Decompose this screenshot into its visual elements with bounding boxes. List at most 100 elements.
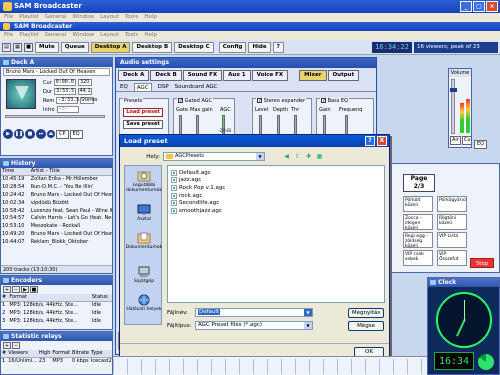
start-encoder-icon[interactable]: ▶ [21, 286, 29, 293]
add-relay-icon[interactable]: + [3, 342, 11, 349]
page-indicator[interactable]: Page 2/3 [403, 174, 435, 192]
table-row[interactable]: 3 MP3: 128kb/s, 44kHz, Ste... Idle [1, 317, 112, 325]
volume-thumb[interactable] [450, 88, 457, 92]
source-output[interactable]: Output [327, 70, 360, 81]
gated-agc-checkbox[interactable] [178, 98, 183, 103]
source-mixer[interactable]: Mixer [299, 70, 327, 81]
col-num[interactable]: # [1, 294, 9, 302]
table-row[interactable]: 1 MP3: 128kb/s, 44kHz, Ste... Idle [1, 301, 112, 309]
back-icon[interactable]: ◀ [282, 153, 291, 161]
inner-menu-layout[interactable]: Layout [100, 31, 119, 40]
source-deck-a[interactable]: Deck A [118, 70, 150, 81]
play-button[interactable]: ▶ [3, 129, 13, 139]
eject-button[interactable]: ⏏ [47, 130, 55, 138]
minimize-button[interactable]: _ [460, 1, 472, 12]
save-preset-button[interactable]: Save preset [123, 120, 163, 129]
queue-button[interactable]: Queue [60, 41, 89, 53]
stereo-expander-checkbox[interactable] [257, 98, 262, 103]
pause-button[interactable]: ❚❚ [14, 129, 24, 139]
source-voice-fx[interactable]: Voice FX [251, 70, 289, 81]
cart-item[interactable]: Pörkögyárva [437, 196, 467, 212]
cancel-button[interactable]: Mégse [348, 321, 384, 331]
menu-file[interactable]: File [4, 13, 13, 22]
tab-eq[interactable]: EQ [120, 83, 128, 91]
cart-item[interactable]: Zocca - idegen közeli [403, 214, 433, 230]
dialog-help-button[interactable]: ? [365, 136, 375, 146]
toolbar-icon-3[interactable]: ■ [24, 42, 33, 52]
menu-tools[interactable]: Tools [125, 13, 139, 22]
volume-eq-button[interactable]: EQ [474, 140, 488, 149]
load-preset-button[interactable]: Load preset [123, 108, 163, 117]
inner-menu-window[interactable]: Window [72, 31, 94, 40]
stop-icon-button[interactable]: ■ [25, 129, 35, 139]
col-type[interactable]: Type [89, 350, 112, 358]
add-encoder-icon[interactable]: + [3, 286, 11, 293]
table-row[interactable]: 10:58:42 Lucenzo feat. Sean Paul - Wine I… [1, 207, 112, 215]
deck-progress-bar[interactable] [5, 115, 105, 118]
desktop-b-button[interactable]: Desktop B [132, 41, 173, 53]
air-button[interactable]: Air [450, 136, 461, 145]
table-row[interactable]: 10:49:20 Bruno Mars - Locked Out Of Heav [1, 230, 112, 238]
col-high[interactable]: High [37, 350, 52, 358]
tab-soundcard-agc[interactable]: Soundcard AGC [175, 83, 218, 91]
file-item[interactable]: smoothjazz.agc [171, 207, 381, 215]
inner-menu-playlist[interactable]: Playlist [19, 31, 39, 40]
stop-button[interactable]: Stop [470, 258, 494, 268]
cart-item[interactable]: VIP Lista [437, 232, 467, 248]
close-button[interactable]: × [486, 1, 498, 12]
col-time[interactable]: Time [1, 168, 30, 176]
dialog-close-button[interactable]: X [377, 136, 387, 146]
place-recent[interactable]: Legutóbbi dokumentumok [125, 170, 163, 193]
look-in-combo[interactable]: AGCPresets ▼ [163, 152, 265, 161]
menu-layout[interactable]: Layout [100, 13, 119, 22]
source-deck-b[interactable]: Deck B [150, 70, 182, 81]
maximize-button[interactable]: □ [473, 1, 485, 12]
mute-button[interactable]: Mute [35, 41, 59, 53]
table-row[interactable]: 10:53:10 Meszokate - Rockall [1, 222, 112, 230]
toolbar-icon-2[interactable]: ▦ [13, 42, 22, 52]
cart-item[interactable]: VIP csak sebek [403, 250, 433, 266]
open-button[interactable]: Megnyitás [348, 308, 384, 318]
tab-dsp[interactable]: DSP [158, 83, 169, 91]
filename-input[interactable]: Default ▼ [195, 308, 313, 317]
desktop-a-button[interactable]: Desktop A [90, 41, 131, 53]
place-documents[interactable]: Dokumentumok [125, 232, 163, 250]
source-aux-1[interactable]: Aux 1 [223, 70, 251, 81]
remove-relay-icon[interactable]: − [12, 342, 20, 349]
tab-agc[interactable]: AGC [133, 83, 152, 91]
new-folder-icon[interactable]: ✚ [304, 153, 313, 161]
filetype-select[interactable]: AGC Preset files (*.agc) ▼ [195, 321, 313, 330]
cp-button[interactable]: CP [56, 129, 69, 139]
desktop-c-button[interactable]: Desktop C [174, 41, 214, 53]
cart-item[interactable]: Pörkölt közeli [403, 196, 433, 212]
menu-playlist[interactable]: Playlist [19, 13, 39, 22]
table-row[interactable]: 10:02:34 vipdüdü Büzött [1, 199, 112, 207]
toolbar-icon-1[interactable]: ▤ [2, 42, 11, 52]
place-network[interactable]: Hálózati helyek [125, 294, 163, 312]
place-my-computer[interactable]: Sajátgép [125, 266, 163, 284]
menu-help[interactable]: Help [144, 13, 157, 22]
place-desktop[interactable]: Asztal [125, 204, 163, 222]
help-button[interactable]: ? [272, 41, 284, 53]
inner-menu-file[interactable]: File [4, 31, 13, 40]
inner-menu-tools[interactable]: Tools [125, 31, 139, 40]
source-sound-fx[interactable]: Sound FX [182, 70, 223, 81]
table-row[interactable]: 10:44:07 Reklam_Blokk_Oktober [1, 238, 112, 246]
view-menu-icon[interactable]: ▦ [315, 153, 324, 161]
up-folder-icon[interactable]: ⇧ [293, 153, 302, 161]
stop-encoder-icon[interactable]: ■ [30, 286, 38, 293]
menu-window[interactable]: Window [72, 13, 94, 22]
cart-item[interactable]: Regi egg - zöldség közeli [403, 232, 433, 248]
cart-item[interactable]: VIP Összefut [437, 250, 467, 266]
file-item[interactable]: Rock Pop v.1.agc [171, 184, 381, 192]
hide-button[interactable]: Hide [248, 41, 271, 53]
file-item[interactable]: rock.agc [171, 192, 381, 200]
remove-encoder-icon[interactable]: − [12, 286, 20, 293]
table-row[interactable]: 1 16/Unlimi... 23 MP3 0 kbps Icecast2 [1, 357, 112, 365]
cart-item[interactable]: Rögtöni közeli [437, 214, 467, 230]
file-item[interactable]: Secondlife.agc [171, 199, 381, 207]
col-artist-title[interactable]: Artist - Title [29, 168, 112, 176]
col-status[interactable]: Status [90, 294, 112, 302]
table-row[interactable]: 10:28:54 Run-D.M.C. - 'You Be Illin' [1, 183, 112, 191]
cue-button[interactable]: Cue [461, 136, 471, 145]
